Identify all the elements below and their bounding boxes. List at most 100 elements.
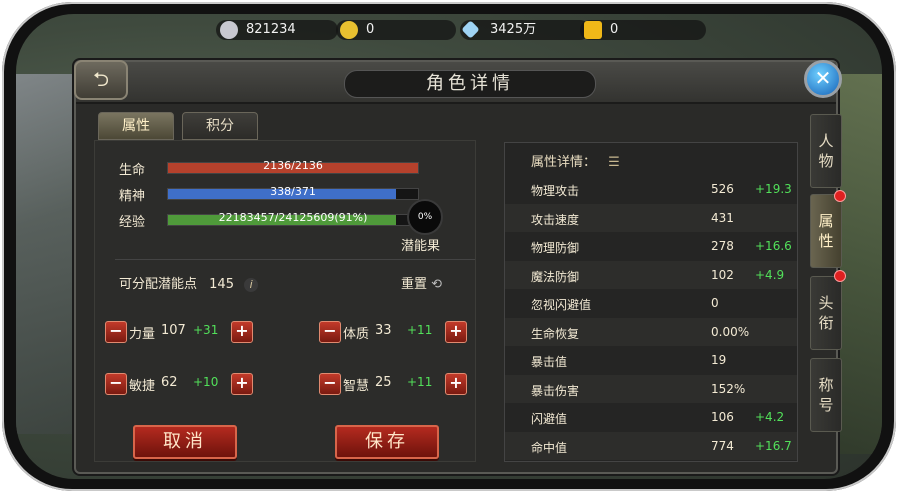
exp-bar: 22183457/24125609(91%)	[167, 211, 419, 226]
close-button[interactable]: ✕	[804, 60, 842, 98]
resource-diamond[interactable]: 3425万	[460, 20, 590, 40]
detail-value: 278	[711, 239, 734, 253]
title-bar: 角色详情	[76, 62, 836, 104]
hp-bar: 2136/2136	[167, 159, 419, 174]
agility-value: 62	[161, 375, 178, 390]
wisdom-plus-button[interactable]: +	[445, 373, 467, 395]
side-tab-honor-label: 称号	[818, 376, 834, 414]
side-tab-honor[interactable]: 称号	[810, 358, 842, 432]
detail-value: 0.00%	[711, 324, 750, 339]
wisdom-value: 25	[375, 375, 392, 390]
notification-dot	[834, 270, 846, 282]
agility-plus-button[interactable]: +	[231, 373, 253, 395]
detail-name: 命中值	[531, 440, 568, 455]
potential-points: 可分配潜能点 145 i	[119, 273, 259, 292]
detail-name: 物理防御	[531, 241, 580, 255]
detail-row: 闪避值 106 +4.2	[505, 403, 797, 431]
detail-bonus: +19.3	[755, 182, 792, 196]
wisdom-bonus: +11	[407, 375, 433, 389]
constitution-bonus: +11	[407, 323, 433, 337]
detail-name: 攻击速度	[531, 212, 580, 227]
constitution-label: 体质	[343, 327, 370, 342]
resource-ingot[interactable]: 0	[580, 20, 706, 40]
side-tab-character[interactable]: 人物	[810, 114, 842, 188]
detail-row: 暴击伤害 152%	[505, 374, 797, 403]
agility-label: 敏捷	[129, 379, 156, 394]
stat-wisdom: − 智慧 25 +11 +	[319, 373, 469, 395]
side-tab-title[interactable]: 头衔	[810, 276, 842, 350]
back-arrow-icon: ⮌	[92, 67, 110, 91]
detail-row: 攻击速度 431	[505, 203, 797, 232]
mp-bar: 338/371	[167, 185, 419, 200]
detail-row: 物理攻击 526 +19.3	[505, 175, 797, 203]
wisdom-label: 智慧	[343, 379, 370, 394]
strength-value: 107	[161, 323, 186, 338]
potential-fruit-button[interactable]: 0%	[407, 199, 443, 235]
detail-name: 闪避值	[531, 412, 568, 426]
side-tab-attributes[interactable]: 属性	[810, 194, 842, 268]
exp-label: 经验	[119, 215, 146, 230]
detail-bonus: +16.6	[755, 239, 792, 253]
reset-button[interactable]: 重置 ⟲	[401, 273, 442, 292]
resource-gold[interactable]: 0	[336, 20, 456, 40]
strength-plus-button[interactable]: +	[231, 321, 253, 343]
mp-label: 精神	[119, 189, 146, 204]
detail-value: 152%	[711, 381, 746, 396]
detail-value: 0	[711, 296, 719, 310]
constitution-value: 33	[375, 323, 392, 338]
resource-gold-value: 0	[366, 22, 375, 37]
detail-name: 魔法防御	[531, 269, 580, 284]
gold-coin-icon	[340, 21, 358, 39]
detail-name: 生命恢复	[531, 326, 580, 341]
reset-icon: ⟲	[431, 277, 443, 292]
tab-points[interactable]: 积分	[182, 112, 258, 140]
info-icon[interactable]: i	[244, 278, 259, 292]
hp-value: 2136/2136	[263, 159, 323, 172]
detail-value: 102	[711, 267, 734, 282]
phone-frame: 821234 0 3425万 0 角色详情 ⮌ ✕ 属性 积分 生命 2136/…	[2, 2, 896, 491]
back-button[interactable]: ⮌	[74, 60, 128, 100]
details-title: 属性详情： ☰	[531, 151, 620, 170]
detail-value: 106	[711, 410, 734, 424]
details-title-text: 属性详情：	[531, 155, 597, 170]
list-icon: ☰	[608, 155, 620, 170]
tab-attributes[interactable]: 属性	[98, 112, 174, 140]
resource-ingot-value: 0	[610, 22, 619, 37]
detail-row: 命中值 774 +16.7	[505, 431, 797, 460]
detail-row: 暴击值 19	[505, 346, 797, 374]
detail-name: 暴击伤害	[531, 383, 580, 398]
hp-label: 生命	[119, 163, 146, 178]
resource-bar: 821234 0 3425万 0	[216, 20, 736, 42]
cancel-button[interactable]: 取消	[133, 425, 237, 459]
detail-bonus: +4.9	[755, 267, 785, 282]
attribute-details-pane: 属性详情： ☰ 物理攻击 526 +19.3 攻击速度 431 物理防御 278 +16.6 魔…	[504, 142, 798, 462]
stat-strength: − 力量 107 +31 +	[105, 321, 255, 343]
attributes-pane: 生命 2136/2136 精神 338/371 经验 22183457/2412…	[94, 140, 476, 462]
detail-row: 物理防御 278 +16.6	[505, 232, 797, 260]
gold-ingot-icon	[584, 21, 602, 39]
detail-name: 暴击值	[531, 355, 568, 369]
strength-bonus: +31	[193, 323, 219, 337]
diamond-icon	[461, 20, 480, 39]
detail-value: 431	[711, 210, 734, 225]
agility-minus-button[interactable]: −	[105, 373, 127, 395]
close-icon: ✕	[814, 66, 832, 90]
page-title: 角色详情	[344, 70, 596, 98]
constitution-minus-button[interactable]: −	[319, 321, 341, 343]
side-tab-character-label: 人物	[818, 132, 834, 170]
detail-name: 物理攻击	[531, 184, 580, 198]
resource-silver[interactable]: 821234	[216, 20, 338, 40]
strength-label: 力量	[129, 327, 156, 342]
side-tab-title-label: 头衔	[818, 294, 834, 332]
resource-diamond-value: 3425万	[490, 22, 537, 37]
save-button[interactable]: 保存	[335, 425, 439, 459]
constitution-plus-button[interactable]: +	[445, 321, 467, 343]
silver-coin-icon	[220, 21, 238, 39]
wisdom-minus-button[interactable]: −	[319, 373, 341, 395]
detail-value: 774	[711, 438, 734, 453]
resource-silver-value: 821234	[246, 22, 296, 37]
side-tab-attributes-label: 属性	[818, 212, 834, 250]
stat-constitution: − 体质 33 +11 +	[319, 321, 469, 343]
strength-minus-button[interactable]: −	[105, 321, 127, 343]
divider	[115, 259, 475, 260]
